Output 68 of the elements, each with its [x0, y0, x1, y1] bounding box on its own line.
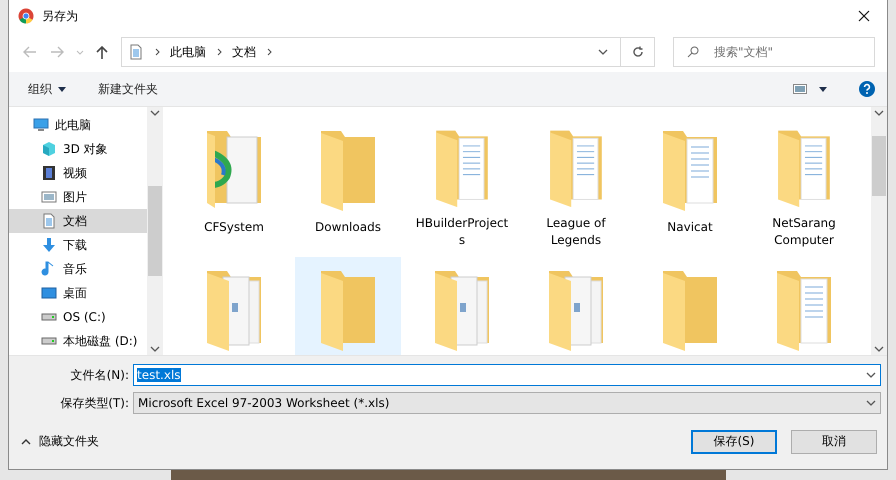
save-button[interactable]: 保存(S)	[691, 430, 777, 454]
folder-item[interactable]: League of Legends	[523, 117, 629, 249]
scroll-up-icon	[874, 110, 884, 116]
scroll-down-icon	[150, 346, 160, 352]
drive-icon	[41, 337, 57, 345]
folder-item[interactable]: HBuilderProjects	[409, 117, 515, 249]
forward-arrow-icon	[50, 46, 64, 58]
refresh-icon	[632, 46, 644, 58]
file-type-label: 保存类型(T):	[59, 394, 129, 412]
scrollbar-thumb[interactable]	[872, 136, 886, 196]
drive-icon	[41, 313, 57, 321]
back-arrow-icon	[22, 46, 37, 58]
view-options-button[interactable]	[791, 82, 829, 96]
sidebar-item[interactable]: 图片	[9, 185, 147, 209]
sidebar-item[interactable]: OS (C:)	[9, 305, 147, 329]
address-bar[interactable]: 此电脑 文档	[121, 37, 655, 67]
chevron-down-icon	[76, 50, 84, 54]
file-type-dropdown[interactable]: Microsoft Excel 97-2003 Worksheet (*.xls)	[133, 392, 881, 414]
document-icon	[128, 44, 144, 60]
computer-icon	[33, 117, 49, 133]
browser-logo-icon	[18, 8, 34, 24]
chevron-right-icon	[154, 48, 160, 56]
search-icon	[687, 46, 699, 58]
scroll-down-icon	[874, 346, 884, 352]
filename-field[interactable]: test.xls	[133, 364, 881, 386]
search-field[interactable]: 搜索"文档"	[673, 37, 875, 67]
desktop-icon	[41, 285, 57, 301]
up-arrow-icon	[96, 45, 108, 59]
chevron-right-icon	[266, 48, 272, 56]
organize-button[interactable]: 组织	[26, 78, 68, 100]
cube-icon	[41, 141, 57, 157]
picture-icon	[793, 84, 807, 94]
document-icon	[41, 213, 57, 229]
film-icon	[41, 165, 57, 181]
sidebar-item[interactable]: 下载	[9, 233, 147, 257]
scrollbar-thumb[interactable]	[148, 186, 162, 276]
window-title: 另存为	[42, 8, 79, 24]
sidebar-item[interactable]: 音乐	[9, 257, 147, 281]
scroll-up-icon	[150, 110, 160, 116]
close-icon	[858, 10, 870, 22]
sidebar-item[interactable]: 文档	[9, 209, 147, 233]
chevron-down-icon	[866, 400, 876, 406]
caret-icon	[58, 86, 66, 92]
sidebar-item[interactable]: 3D 对象	[9, 137, 147, 161]
sidebar-item[interactable]: 本地磁盘 (D:)	[9, 329, 147, 353]
sidebar-item[interactable]: 此电脑	[9, 113, 147, 137]
folder-item[interactable]	[295, 257, 401, 355]
sidebar-item[interactable]: 桌面	[9, 281, 147, 305]
folder-item[interactable]: Navicat	[637, 117, 743, 249]
chevron-up-icon	[21, 438, 31, 444]
help-button[interactable]	[857, 79, 877, 99]
new-folder-button[interactable]: 新建文件夹	[96, 78, 160, 100]
folder-item[interactable]: CFSystem	[181, 117, 287, 249]
breadcrumb-item[interactable]: 此电脑	[170, 44, 206, 60]
folder-item[interactable]: NetSarang Computer	[751, 117, 857, 249]
chevron-down-icon	[598, 49, 608, 55]
caret-icon	[819, 86, 827, 92]
sidebar-item[interactable]: 视频	[9, 161, 147, 185]
cancel-button[interactable]: 取消	[791, 430, 877, 454]
chevron-down-icon	[866, 372, 876, 378]
help-icon	[859, 81, 875, 97]
hide-folders-button[interactable]: 隐藏文件夹	[19, 431, 101, 452]
picture-icon	[41, 189, 57, 205]
folder-item[interactable]: Downloads	[295, 117, 401, 249]
chevron-right-icon	[216, 48, 222, 56]
filename-label: 文件名(N):	[70, 366, 129, 384]
breadcrumb-item[interactable]: 文档	[232, 44, 256, 60]
down-arrow-icon	[41, 237, 57, 253]
